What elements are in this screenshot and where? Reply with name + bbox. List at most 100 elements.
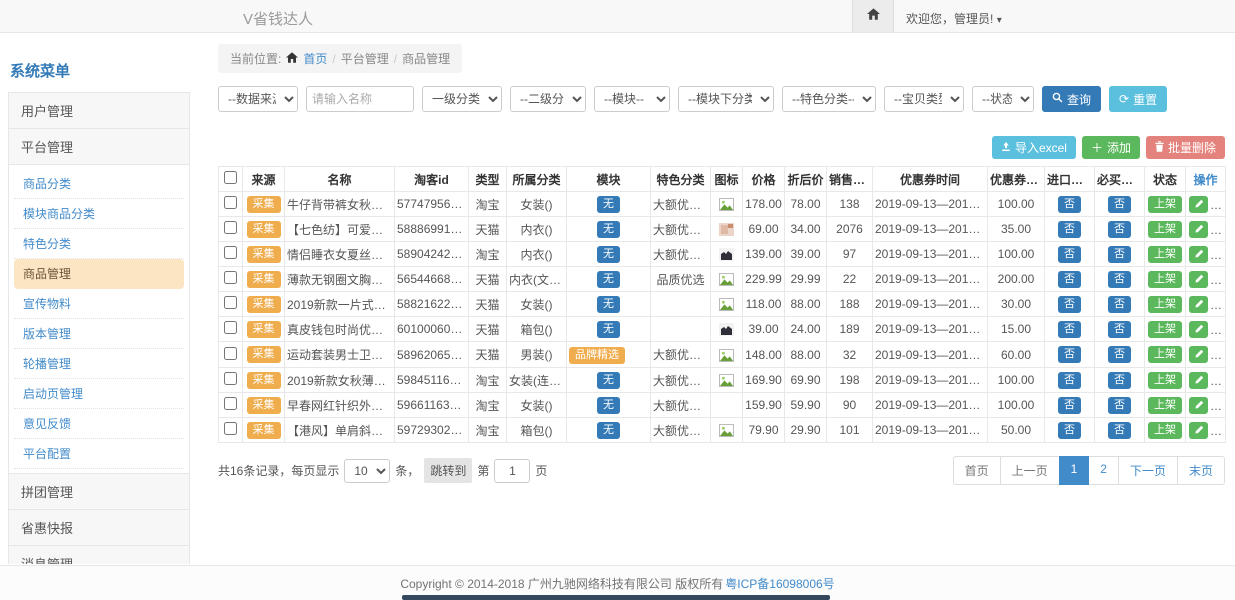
imported-toggle-badge[interactable]: 否: [1058, 296, 1081, 313]
edit-button[interactable]: [1189, 372, 1208, 389]
imported-toggle-badge[interactable]: 否: [1058, 346, 1081, 363]
breadcrumb-item-platform: 平台管理: [341, 50, 389, 67]
icp-link[interactable]: 粤ICP备16098006号: [725, 575, 834, 592]
import-excel-button[interactable]: 导入excel: [992, 136, 1076, 159]
must-buy-toggle-badge[interactable]: 否: [1108, 321, 1131, 338]
imported-toggle-badge[interactable]: 否: [1058, 397, 1081, 414]
row-checkbox[interactable]: [224, 196, 237, 209]
row-checkbox[interactable]: [224, 347, 237, 360]
filter-select-2[interactable]: --模块--: [594, 86, 670, 112]
filter-select-3[interactable]: --模块下分类--: [678, 86, 774, 112]
edit-button[interactable]: [1189, 346, 1208, 363]
page-button-2[interactable]: 1: [1059, 456, 1090, 485]
must-buy-toggle-badge[interactable]: 否: [1108, 246, 1131, 263]
name-filter-input[interactable]: [306, 86, 414, 112]
must-buy-toggle-badge[interactable]: 否: [1108, 196, 1131, 213]
status-badge[interactable]: 上架: [1148, 271, 1182, 288]
status-badge[interactable]: 上架: [1148, 422, 1182, 439]
module-badge: 无: [597, 196, 620, 213]
must-buy-toggle-badge[interactable]: 否: [1108, 296, 1131, 313]
row-checkbox[interactable]: [224, 296, 237, 309]
user-menu[interactable]: 欢迎您，管理员! ▾: [906, 10, 1002, 27]
edit-button[interactable]: [1189, 246, 1208, 263]
page-button-3[interactable]: 2: [1088, 456, 1119, 485]
add-button[interactable]: ＋ 添加: [1082, 136, 1140, 159]
sidebar-item-after-2[interactable]: 消息管理: [8, 545, 190, 564]
home-button[interactable]: [852, 0, 894, 32]
filter-select-4[interactable]: --特色分类--: [782, 86, 876, 112]
status-badge[interactable]: 上架: [1148, 196, 1182, 213]
imported-toggle-badge[interactable]: 否: [1058, 372, 1081, 389]
row-checkbox[interactable]: [224, 246, 237, 259]
must-buy-toggle-badge[interactable]: 否: [1108, 346, 1131, 363]
sidebar-item-user-management[interactable]: 用户管理: [8, 92, 190, 129]
must-buy-toggle-badge[interactable]: 否: [1108, 221, 1131, 238]
sidebar-subitem-3[interactable]: 商品管理: [14, 259, 184, 289]
sidebar-item-platform-management[interactable]: 平台管理: [8, 128, 190, 165]
row-checkbox[interactable]: [224, 372, 237, 385]
breadcrumb-home-link[interactable]: 首页: [303, 50, 327, 67]
status-badge[interactable]: 上架: [1148, 221, 1182, 238]
jump-button[interactable]: 跳转到: [424, 458, 472, 483]
status-badge[interactable]: 上架: [1148, 246, 1182, 263]
sidebar-subitem-8[interactable]: 意见反馈: [14, 409, 184, 439]
row-checkbox[interactable]: [224, 422, 237, 435]
sidebar-subitem-0[interactable]: 商品分类: [14, 169, 184, 199]
edit-button[interactable]: [1189, 422, 1208, 439]
status-badge[interactable]: 上架: [1148, 346, 1182, 363]
row-checkbox[interactable]: [224, 221, 237, 234]
sidebar-subitem-1[interactable]: 模块商品分类: [14, 199, 184, 229]
imported-toggle-badge[interactable]: 否: [1058, 422, 1081, 439]
sidebar-subitem-4[interactable]: 宣传物料: [14, 289, 184, 319]
sidebar-subitem-9[interactable]: 平台配置: [14, 439, 184, 469]
taoke-id-cell: 589042420344: [395, 242, 469, 267]
edit-icon: [1194, 423, 1204, 438]
filter-select-1[interactable]: --二级分类--: [510, 86, 586, 112]
row-checkbox[interactable]: [224, 321, 237, 334]
search-button[interactable]: 查询: [1042, 86, 1101, 112]
filter-select-source[interactable]: --数据来源--: [218, 86, 298, 112]
reset-button[interactable]: ⟳ 重置: [1109, 86, 1167, 112]
sidebar-bottom: 拼团管理省惠快报消息管理订单管理兑换管理结算管理: [8, 473, 190, 564]
status-badge[interactable]: 上架: [1148, 397, 1182, 414]
jump-page-input[interactable]: [494, 459, 530, 483]
page-button-4[interactable]: 下一页: [1118, 456, 1178, 485]
row-checkbox[interactable]: [224, 397, 237, 410]
status-badge[interactable]: 上架: [1148, 372, 1182, 389]
sidebar-subitem-2[interactable]: 特色分类: [14, 229, 184, 259]
sidebar-subitem-6[interactable]: 轮播管理: [14, 349, 184, 379]
imported-toggle-badge[interactable]: 否: [1058, 271, 1081, 288]
edit-button[interactable]: [1189, 296, 1208, 313]
page-button-1[interactable]: 上一页: [1000, 456, 1060, 485]
status-badge[interactable]: 上架: [1148, 296, 1182, 313]
filter-select-6[interactable]: --状态--: [972, 86, 1034, 112]
page-button-5[interactable]: 末页: [1177, 456, 1225, 485]
edit-button[interactable]: [1189, 321, 1208, 338]
source-cell: 采集: [243, 342, 285, 368]
must-buy-toggle-badge[interactable]: 否: [1108, 271, 1131, 288]
filter-select-0[interactable]: 一级分类: [422, 86, 502, 112]
sidebar-subitem-5[interactable]: 版本管理: [14, 319, 184, 349]
page-button-0[interactable]: 首页: [953, 456, 1001, 485]
imported-toggle-badge[interactable]: 否: [1058, 221, 1081, 238]
sidebar-subitem-7[interactable]: 启动页管理: [14, 379, 184, 409]
edit-button[interactable]: [1189, 397, 1208, 414]
imported-toggle-badge[interactable]: 否: [1058, 196, 1081, 213]
page-size-select[interactable]: 10: [344, 459, 390, 483]
edit-button[interactable]: [1189, 221, 1208, 238]
batch-delete-button[interactable]: 批量删除: [1146, 136, 1225, 159]
imported-toggle-badge[interactable]: 否: [1058, 321, 1081, 338]
select-all-checkbox[interactable]: [224, 171, 237, 184]
status-badge[interactable]: 上架: [1148, 321, 1182, 338]
row-checkbox[interactable]: [224, 271, 237, 284]
must-buy-toggle-badge[interactable]: 否: [1108, 397, 1131, 414]
sidebar-item-after-1[interactable]: 省惠快报: [8, 509, 190, 546]
edit-button[interactable]: [1189, 271, 1208, 288]
imported-toggle-badge[interactable]: 否: [1058, 246, 1081, 263]
horizontal-scrollbar-thumb[interactable]: [402, 595, 830, 600]
must-buy-toggle-badge[interactable]: 否: [1108, 422, 1131, 439]
filter-select-5[interactable]: --宝贝类型--: [884, 86, 964, 112]
must-buy-toggle-badge[interactable]: 否: [1108, 372, 1131, 389]
sidebar-item-after-0[interactable]: 拼团管理: [8, 473, 190, 510]
edit-button[interactable]: [1189, 196, 1208, 213]
